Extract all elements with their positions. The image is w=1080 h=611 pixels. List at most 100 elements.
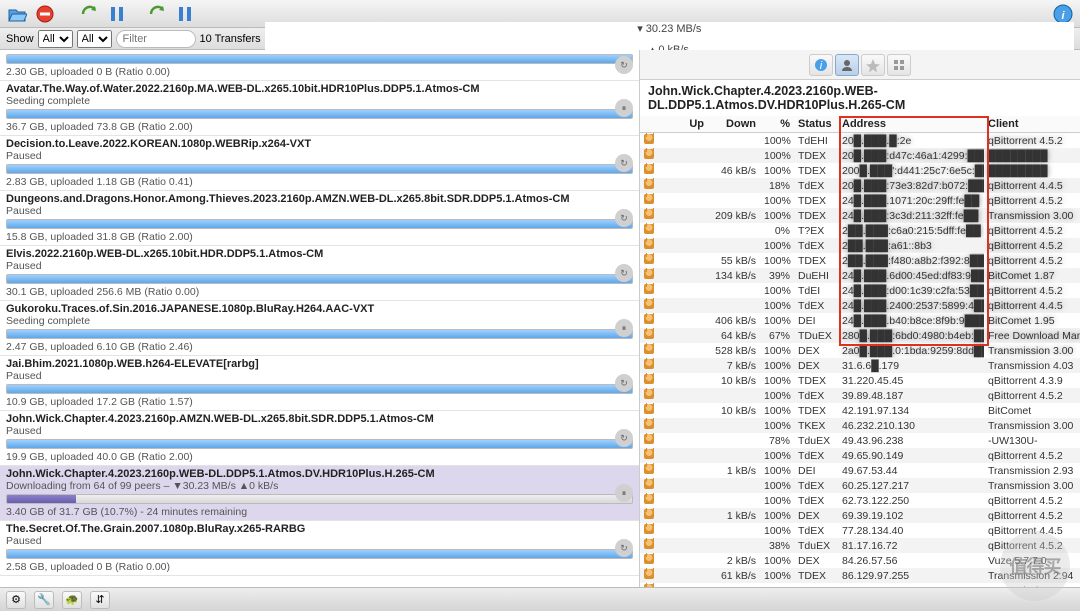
peer-row[interactable]: 64 kB/s67%TDuEX280█.███:6bd0:4980:b4eb:█… bbox=[640, 328, 1080, 343]
torrent-row[interactable]: 2.30 GB, uploaded 0 B (Ratio 0.00)↻ bbox=[0, 50, 639, 81]
torrent-row[interactable]: Jai.Bhim.2021.1080p.WEB.h264-ELEVATE[rar… bbox=[0, 356, 639, 411]
progress-bar bbox=[6, 549, 633, 559]
peer-row[interactable]: 100%TdEX62.73.122.250qBittorrent 4.5.2 bbox=[640, 493, 1080, 508]
torrent-action-button[interactable]: ⏸ bbox=[615, 99, 633, 117]
search-input[interactable] bbox=[116, 30, 196, 48]
lock-icon bbox=[640, 133, 656, 149]
tab-peers[interactable] bbox=[835, 54, 859, 76]
torrent-list[interactable]: 2.30 GB, uploaded 0 B (Ratio 0.00)↻Avata… bbox=[0, 50, 640, 587]
peer-row[interactable]: 55 kB/s100%TDEX2██.███:f480:a8b2:f392:8█… bbox=[640, 253, 1080, 268]
peer-row[interactable]: 406 kB/s100%DEI24█.███.b40:b8ce:8f9b:9██… bbox=[640, 313, 1080, 328]
peer-row[interactable]: 0%T?EX2██.███:c6a0:215:5dff:fe██qBittorr… bbox=[640, 223, 1080, 238]
peer-down bbox=[708, 493, 760, 508]
peer-row[interactable]: 10 kB/s100%TDEX42.191.97.134BitComet bbox=[640, 403, 1080, 418]
peer-row[interactable]: 100%TdEX2██.███:a61::8b3qBittorrent 4.5.… bbox=[640, 238, 1080, 253]
peer-down: 46 kB/s bbox=[708, 163, 760, 178]
torrent-row[interactable]: Dungeons.and.Dragons.Honor.Among.Thieves… bbox=[0, 191, 639, 246]
peer-row[interactable]: 61 kB/s100%TDEX86.129.97.255Transmission… bbox=[640, 568, 1080, 583]
peer-down: 209 kB/s bbox=[708, 208, 760, 223]
torrent-action-button[interactable]: ↻ bbox=[615, 154, 633, 172]
peer-row[interactable]: 100%TdEI24█.███:d00:1c39:c2fa:53██qBitto… bbox=[640, 283, 1080, 298]
peer-row[interactable]: 100%TKEX46.232.210.130Transmission 3.00 bbox=[640, 418, 1080, 433]
lock-icon bbox=[640, 463, 656, 478]
peer-row[interactable]: 100%TDEX24█.███.1071:20c:29ff:fe██qBitto… bbox=[640, 193, 1080, 208]
peer-row[interactable]: 2 kB/s100%DEX84.26.57.56Vuze 5.7.7.0 bbox=[640, 553, 1080, 568]
lock-icon bbox=[640, 163, 656, 178]
torrent-row[interactable]: Gukoroku.Traces.of.Sin.2016.JAPANESE.108… bbox=[0, 301, 639, 356]
peer-down bbox=[708, 283, 760, 298]
peer-row[interactable]: 100%TdEX24█.███.2400:2537:5899:4███qBitt… bbox=[640, 298, 1080, 313]
peer-row[interactable]: 528 kB/s100%DEX2a0█.███.0:1bda:9259:8dd█… bbox=[640, 343, 1080, 358]
peer-row[interactable]: 1 kB/s100%DEX69.39.19.102qBittorrent 4.5… bbox=[640, 508, 1080, 523]
peers-col-Up[interactable]: Up bbox=[656, 116, 708, 133]
torrent-row[interactable]: John.Wick.Chapter.4.2023.2160p.AMZN.WEB-… bbox=[0, 411, 639, 466]
peer-row[interactable]: 18%TdEX20█.███:73e3:82d7:b072:████qBitto… bbox=[640, 178, 1080, 193]
details-pane: i John.Wick.Chapter.4.2023.2160p.WEB-DL.… bbox=[640, 50, 1080, 587]
peer-row[interactable]: 7 kB/s100%DEX31.6.6█.179Transmission 4.0… bbox=[640, 358, 1080, 373]
torrent-row[interactable]: Elvis.2022.2160p.WEB-DL.x265.10bit.HDR.D… bbox=[0, 246, 639, 301]
turtle-icon[interactable]: 🐢 bbox=[62, 591, 82, 609]
peer-row[interactable]: 100%TDEX20█.███:d47c:46a1:4299:█████████… bbox=[640, 148, 1080, 163]
torrent-action-button[interactable]: ↻ bbox=[615, 209, 633, 227]
peer-row[interactable]: 46 kB/s100%TDEX200█.███':d441:25c7:6e5c:… bbox=[640, 163, 1080, 178]
torrent-action-button[interactable]: ↻ bbox=[615, 264, 633, 282]
ratio-icon[interactable]: ⇵ bbox=[90, 591, 110, 609]
wrench-icon[interactable]: 🔧 bbox=[34, 591, 54, 609]
torrent-action-button[interactable]: ↻ bbox=[615, 56, 633, 74]
torrent-row[interactable]: Decision.to.Leave.2022.KOREAN.1080p.WEBR… bbox=[0, 136, 639, 191]
lock-icon bbox=[640, 373, 656, 388]
pause-icon[interactable] bbox=[106, 3, 128, 25]
gear-icon[interactable]: ⚙ bbox=[6, 591, 26, 609]
peer-row[interactable]: 100%TdEX60.25.127.217Transmission 3.00 bbox=[640, 478, 1080, 493]
global-dl-rate[interactable]: ▾ 30.23 MB/s bbox=[637, 22, 701, 35]
peer-row[interactable]: 100%TdEX39.89.48.187qBittorrent 4.5.2 bbox=[640, 388, 1080, 403]
peers-col-lock[interactable] bbox=[640, 116, 656, 133]
peers-col-Down[interactable]: Down bbox=[708, 116, 760, 133]
peer-row[interactable]: 1 kB/s100%DEI49.67.53.44Transmission 2.9… bbox=[640, 463, 1080, 478]
peer-down: 134 kB/s bbox=[708, 268, 760, 283]
peers-col-Address[interactable]: Address bbox=[838, 116, 984, 133]
peer-row[interactable]: 209 kB/s100%TDEX24█.███:3c3d:211:32ff:fe… bbox=[640, 208, 1080, 223]
peer-up bbox=[656, 553, 708, 568]
tab-files[interactable] bbox=[887, 54, 911, 76]
lock-icon bbox=[640, 268, 656, 283]
peer-status: TdEX bbox=[794, 448, 838, 463]
peer-row[interactable]: 38%TduEX81.17.16.72qBittorrent 4.5.2 bbox=[640, 538, 1080, 553]
peer-row[interactable]: 100%TdEX77.28.134.40qBittorrent 4.4.5 bbox=[640, 523, 1080, 538]
peer-client: Transmission 3.00 bbox=[984, 343, 1080, 358]
lock-icon bbox=[640, 523, 656, 538]
peers-col-Status[interactable]: Status bbox=[794, 116, 838, 133]
torrent-action-button[interactable]: ↻ bbox=[615, 429, 633, 447]
peer-row[interactable]: 134 kB/s39%DuEHI24█.███.6d00:45ed:df83:9… bbox=[640, 268, 1080, 283]
peers-col-Client[interactable]: Client bbox=[984, 116, 1080, 133]
torrent-action-button[interactable]: ⏸ bbox=[615, 484, 633, 502]
torrent-action-button[interactable]: ↻ bbox=[615, 539, 633, 557]
remove-icon[interactable] bbox=[34, 3, 56, 25]
peer-up bbox=[656, 133, 708, 149]
tab-trackers[interactable] bbox=[861, 54, 885, 76]
torrent-action-button[interactable]: ↻ bbox=[615, 374, 633, 392]
torrent-row[interactable]: The.Secret.Of.The.Grain.2007.1080p.BluRa… bbox=[0, 521, 639, 576]
peers-col-%[interactable]: % bbox=[760, 116, 794, 133]
peer-up bbox=[656, 283, 708, 298]
peer-row[interactable]: 100%TDEI88.120.240.234Transmission 4.03 bbox=[640, 583, 1080, 587]
lock-icon bbox=[640, 538, 656, 553]
torrent-status: Paused bbox=[6, 260, 633, 272]
torrent-row[interactable]: Avatar.The.Way.of.Water.2022.2160p.MA.WE… bbox=[0, 81, 639, 136]
peer-row[interactable]: 100%TdEHI20█.███.█:2eqBittorrent 4.5.2 bbox=[640, 133, 1080, 149]
peer-row[interactable]: 100%TdEX49.65.90.149qBittorrent 4.5.2 bbox=[640, 448, 1080, 463]
filter-status[interactable]: All bbox=[38, 30, 73, 48]
lock-icon bbox=[640, 298, 656, 313]
peer-status: DEI bbox=[794, 313, 838, 328]
peer-row[interactable]: 78%TduEX49.43.96.238-UW130U- bbox=[640, 433, 1080, 448]
open-icon[interactable] bbox=[6, 3, 28, 25]
peer-down bbox=[708, 388, 760, 403]
resume-icon[interactable] bbox=[78, 3, 100, 25]
torrent-row[interactable]: John.Wick.Chapter.4.2023.2160p.WEB-DL.DD… bbox=[0, 466, 639, 521]
resume-all-icon[interactable] bbox=[146, 3, 168, 25]
torrent-action-button[interactable]: ⏸ bbox=[615, 319, 633, 337]
peer-row[interactable]: 10 kB/s100%TDEX31.220.45.45qBittorrent 4… bbox=[640, 373, 1080, 388]
tab-info[interactable]: i bbox=[809, 54, 833, 76]
filter-group[interactable]: All bbox=[77, 30, 112, 48]
pause-all-icon[interactable] bbox=[174, 3, 196, 25]
